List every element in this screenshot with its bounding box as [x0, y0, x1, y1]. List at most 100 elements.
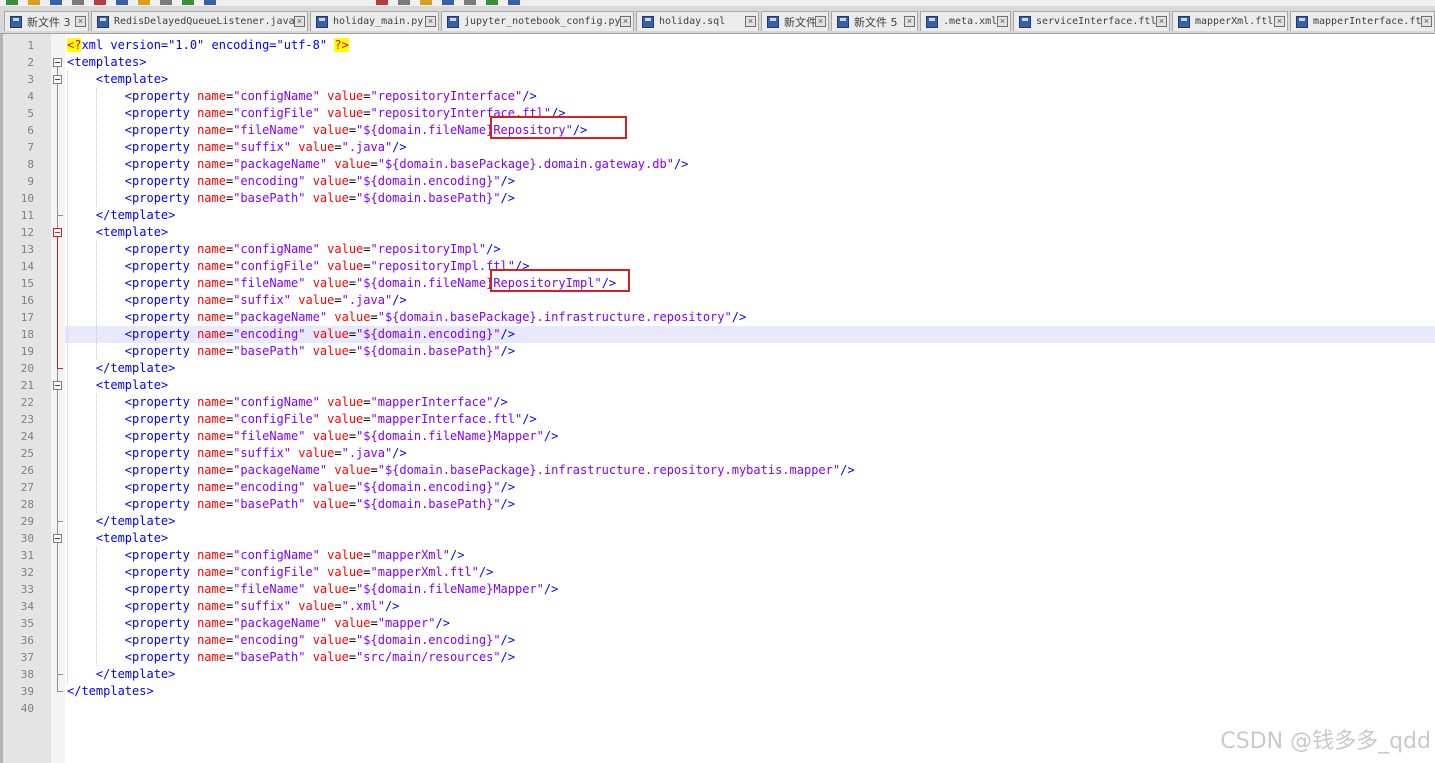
code-line[interactable]: <property name="suffix" value=".java"/>	[67, 445, 407, 462]
close-icon[interactable]: ×	[745, 16, 756, 27]
tab-5[interactable]: 新文件 5 ×	[831, 11, 918, 31]
code-line[interactable]: <property name="packageName" value="${do…	[67, 156, 689, 173]
code-editor[interactable]: 1 2 3 4 5 6 7 8 9 10 11 12 13 14 15 16 17 18 19 20 21 22 23 24 2…	[0, 34, 1435, 763]
code-line[interactable]: <property name="suffix" value=".java"/>	[67, 292, 407, 309]
property-value: "${domain.encoding}"	[356, 633, 501, 647]
code-line[interactable]: <property name="configName" value="repos…	[67, 88, 537, 105]
code-line[interactable]: <property name="configFile" value="repos…	[67, 258, 530, 275]
close-icon[interactable]: ×	[620, 16, 631, 27]
attr-name: name	[197, 242, 226, 256]
line-number: 11	[20, 209, 34, 222]
fold-toggle-icon[interactable]	[53, 75, 62, 84]
close-icon[interactable]: ×	[1421, 16, 1432, 27]
code-line[interactable]: </template>	[67, 207, 175, 224]
toolbar-icon[interactable]	[508, 0, 520, 5]
toolbar-icon[interactable]	[376, 0, 388, 5]
code-line[interactable]: <property name="basePath" value="${domai…	[67, 343, 515, 360]
code-line[interactable]: <property name="packageName" value="mapp…	[67, 615, 450, 632]
close-icon[interactable]: ×	[75, 16, 86, 27]
fold-toggle-icon[interactable]	[53, 58, 62, 67]
tag-property: <property	[124, 140, 190, 154]
code-line[interactable]: <property name="basePath" value="${domai…	[67, 496, 515, 513]
toolbar-icon[interactable]	[182, 0, 194, 5]
code-line[interactable]: <property name="configName" value="mappe…	[67, 394, 508, 411]
toolbar-icon[interactable]	[398, 0, 410, 5]
fold-end	[57, 215, 63, 216]
code-line[interactable]: <property name="configName" value="mappe…	[67, 547, 465, 564]
close-icon[interactable]: ×	[815, 16, 826, 27]
code-line[interactable]: <property name="encoding" value="${domai…	[67, 173, 515, 190]
tab-bar: 新文件 3 × RedisDelayedQueueListener.java × hol…	[0, 6, 1435, 34]
toolbar-icon[interactable]	[6, 0, 18, 5]
close-icon[interactable]: ×	[997, 16, 1008, 27]
tab-mapperxml-ftl[interactable]: mapperXml.ftl ×	[1172, 11, 1288, 31]
close-icon[interactable]: ×	[1156, 16, 1167, 27]
code-line[interactable]: <property name="basePath" value="${domai…	[67, 190, 515, 207]
toolbar-icon[interactable]	[486, 0, 498, 5]
close-icon[interactable]: ×	[425, 16, 436, 27]
code-line[interactable]: <property name="encoding" value="${domai…	[67, 326, 515, 343]
tab-serviceinterface-ftl[interactable]: serviceInterface.ftl ×	[1013, 11, 1170, 31]
fold-toggle-icon[interactable]	[53, 381, 62, 390]
code-line[interactable]: <property name="packageName" value="${do…	[67, 309, 746, 326]
code-line[interactable]: <property name="basePath" value="src/mai…	[67, 649, 515, 666]
tab-4[interactable]: 新文件 4×	[761, 11, 829, 31]
code-line[interactable]: <property name="encoding" value="${domai…	[67, 632, 515, 649]
tab-label: RedisDelayedQueueListener.java	[114, 16, 294, 27]
fold-end	[57, 691, 63, 692]
code-line[interactable]: <templates>	[67, 54, 146, 71]
code-line[interactable]: <property name="suffix" value=".java"/>	[67, 139, 407, 156]
toolbar-icon[interactable]	[50, 0, 62, 5]
toolbar-icon[interactable]	[464, 0, 476, 5]
fold-toggle-icon[interactable]	[53, 228, 62, 237]
fold-toggle-icon[interactable]	[53, 534, 62, 543]
tab-redisdelayedqueuelistener-java[interactable]: RedisDelayedQueueListener.java ×	[91, 11, 308, 31]
code-line[interactable]: <property name="fileName" value="${domai…	[67, 428, 559, 445]
attr-value: value	[312, 123, 349, 137]
file-saved-icon	[1019, 15, 1031, 28]
code-line[interactable]: </templates>	[67, 683, 154, 700]
code-line[interactable]: <property name="encoding" value="${domai…	[67, 479, 515, 496]
toolbar-icon[interactable]	[204, 0, 216, 5]
code-line[interactable]: <?xml version="1.0" encoding="utf-8" ?>	[67, 37, 349, 54]
code-line[interactable]: <property name="configFile" value="mappe…	[67, 411, 537, 428]
toolbar-icon[interactable]	[116, 0, 128, 5]
attr-value: value	[312, 429, 349, 443]
tab-holiday-main-py[interactable]: holiday_main.py ×	[310, 11, 439, 31]
code-line[interactable]: <template>	[67, 224, 168, 241]
fold-margin[interactable]	[51, 34, 65, 763]
equals: =	[370, 157, 378, 171]
tab-label: 新文件 4	[784, 15, 815, 29]
tab-holiday-sql[interactable]: holiday.sql ×	[636, 11, 759, 31]
code-line[interactable]: <property name="fileName" value="${domai…	[67, 581, 559, 598]
toolbar-icon[interactable]	[442, 0, 454, 5]
code-line[interactable]: <template>	[67, 377, 168, 394]
toolbar-icon[interactable]	[28, 0, 40, 5]
toolbar-icon[interactable]	[94, 0, 106, 5]
tab-3[interactable]: 新文件 3 ×	[4, 11, 89, 31]
toolbar-icon[interactable]	[72, 0, 84, 5]
property-name-value: "configName"	[233, 89, 320, 103]
code-line[interactable]: </template>	[67, 513, 175, 530]
toolbar-icon[interactable]	[138, 0, 150, 5]
code-line[interactable]: <template>	[67, 530, 168, 547]
close-icon[interactable]: ×	[1274, 16, 1285, 27]
code-line[interactable]: <property name="configName" value="repos…	[67, 241, 501, 258]
close-icon[interactable]: ×	[294, 16, 305, 27]
close-icon[interactable]: ×	[904, 16, 915, 27]
toolbar-icon[interactable]	[160, 0, 172, 5]
tab-meta-xml[interactable]: .meta.xml ×	[920, 11, 1011, 31]
tab-mapperinterface-ftl[interactable]: mapperInterface.ftl ×	[1290, 11, 1435, 31]
tag-property: <property	[124, 412, 190, 426]
code-line[interactable]: <property name="suffix" value=".xml"/>	[67, 598, 400, 615]
code-line[interactable]: <property name="configFile" value="mappe…	[67, 564, 494, 581]
code-line[interactable]: </template>	[67, 360, 175, 377]
property-name-value: "fileName"	[233, 276, 306, 290]
code-line[interactable]: <property name="packageName" value="${do…	[67, 462, 855, 479]
equals: =	[370, 616, 378, 630]
code-line[interactable]: <template>	[67, 71, 168, 88]
toolbar-icon[interactable]	[420, 0, 432, 5]
tag-property: <property	[124, 616, 190, 630]
code-line[interactable]: </template>	[67, 666, 175, 683]
tab-jupyter-notebook-config-py[interactable]: jupyter_notebook_config.py ×	[441, 11, 634, 31]
